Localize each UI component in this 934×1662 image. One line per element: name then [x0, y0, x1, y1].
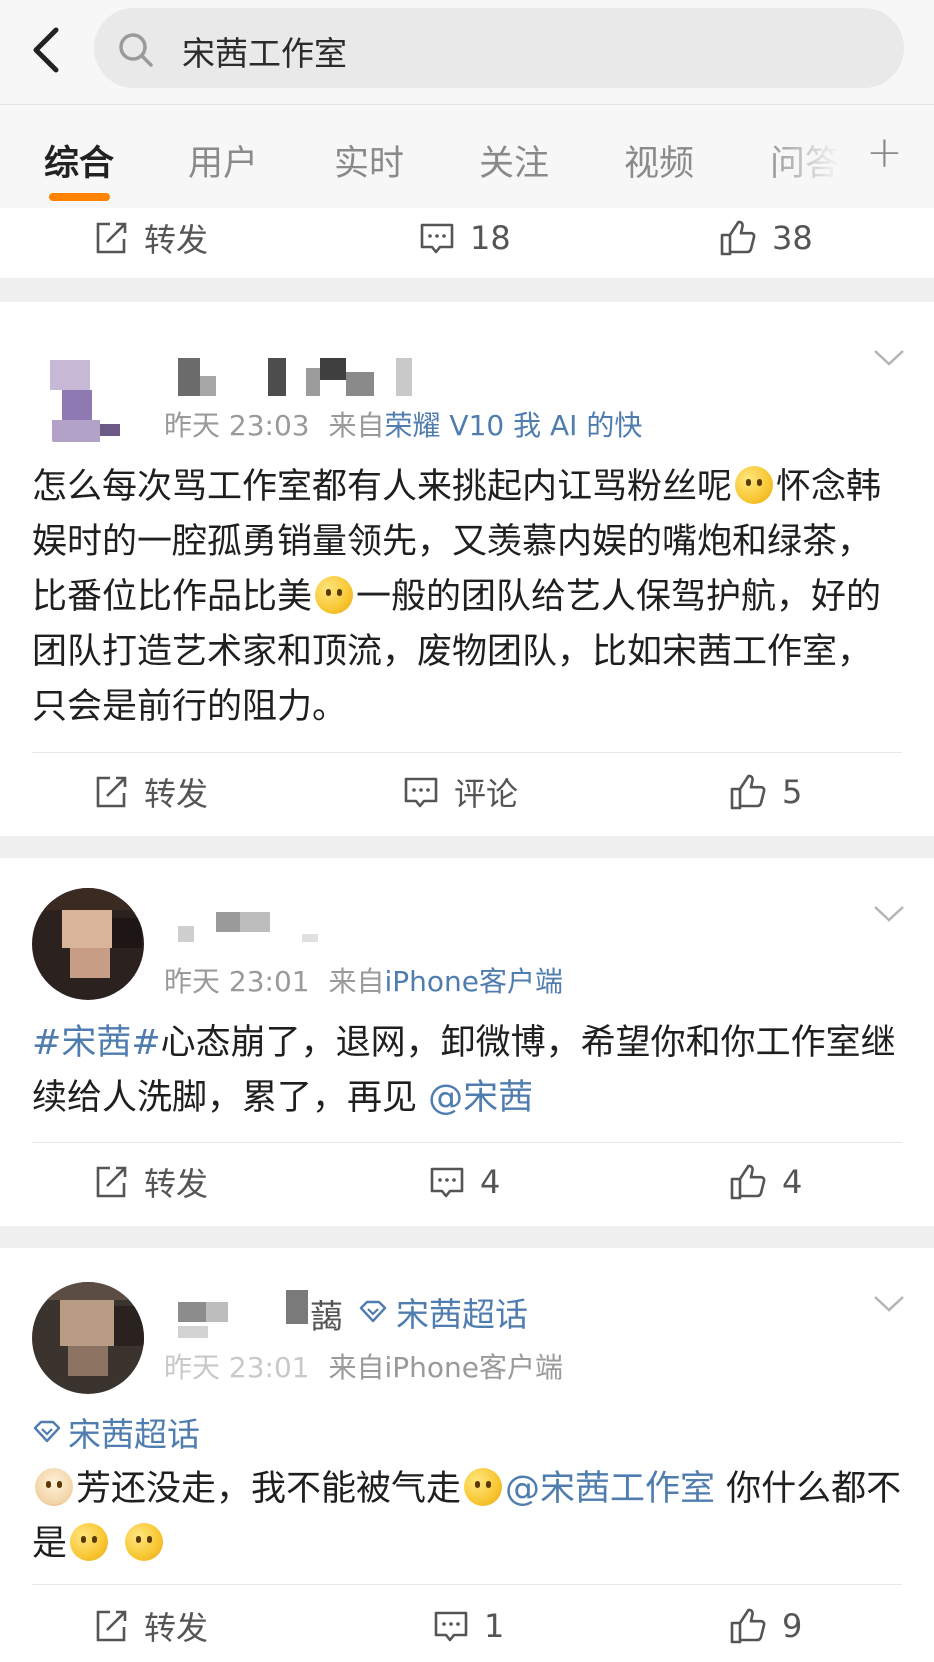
- hashtag-link[interactable]: #宋茜#: [32, 1023, 161, 1063]
- comment-button[interactable]: 1: [432, 1590, 504, 1662]
- post-meta: 昨天 23:01 来自iPhone客户端: [164, 960, 563, 1000]
- supertopic-tag-label: 宋茜超话: [68, 1415, 200, 1454]
- source-prefix: 来自: [328, 965, 385, 998]
- chevron-down-icon[interactable]: [872, 904, 906, 924]
- divider: [32, 1584, 902, 1585]
- source-prefix: 来自: [328, 409, 385, 442]
- comment-count: 1: [484, 1607, 505, 1645]
- mention-link[interactable]: @宋茜: [428, 1078, 533, 1118]
- repost-icon: [96, 222, 127, 254]
- avatar[interactable]: [32, 888, 144, 1000]
- shush-emoji-icon: [464, 1468, 503, 1506]
- search-icon: [119, 33, 153, 67]
- like-count: 4: [782, 1163, 803, 1201]
- chevron-down-icon[interactable]: [872, 348, 906, 368]
- divider: [32, 752, 902, 753]
- like-button[interactable]: 9: [728, 1590, 802, 1662]
- tab-fade: [760, 105, 860, 208]
- like-icon: [730, 774, 766, 810]
- like-count: 9: [782, 1607, 803, 1645]
- post-time: 昨天 23:01: [164, 965, 310, 998]
- diamond-icon: [359, 1300, 387, 1323]
- comment-count: 4: [480, 1163, 501, 1201]
- repost-icon: [96, 1610, 127, 1642]
- yawn-emoji-icon: [315, 576, 354, 614]
- comment-icon: [420, 223, 454, 254]
- post-source[interactable]: iPhone客户端: [385, 1351, 564, 1384]
- repost-label: 转发: [144, 1165, 209, 1203]
- comment-icon: [434, 1611, 468, 1642]
- repost-button[interactable]: 转发: [92, 1590, 208, 1662]
- like-button[interactable]: 5: [728, 756, 802, 828]
- like-count: 38: [772, 219, 813, 257]
- tab-video[interactable]: 视频: [624, 135, 694, 186]
- comment-count: 18: [470, 219, 511, 257]
- username-pixelated[interactable]: [178, 358, 418, 398]
- action-bar: 转发 评论 5: [0, 756, 934, 828]
- top-bar: 宋茜工作室: [0, 0, 934, 105]
- post-text: 芳还没走，我不能被气走 @宋茜工作室 你什么都不是: [32, 1468, 902, 1564]
- like-button[interactable]: 4: [728, 1146, 802, 1218]
- avatar[interactable]: [32, 1282, 144, 1394]
- dog-emoji-icon: [35, 1468, 73, 1506]
- source-prefix: 来自: [328, 1351, 385, 1384]
- search-query[interactable]: 宋茜工作室: [182, 27, 347, 75]
- post-time: 昨天 23:03: [164, 409, 310, 442]
- add-tab-icon[interactable]: +: [866, 127, 903, 178]
- thinking-emoji-icon: [735, 466, 774, 504]
- supertopic-badge[interactable]: 宋茜超话: [358, 1288, 528, 1336]
- post-source[interactable]: 荣耀 V10 我 AI 的快: [385, 409, 643, 442]
- comment-label: 评论: [454, 775, 519, 813]
- like-count: 5: [782, 773, 803, 811]
- angry-emoji-icon: [125, 1523, 164, 1561]
- action-bar: 转发 4 4: [0, 1146, 934, 1218]
- post-meta: 昨天 23:03 来自荣耀 V10 我 AI 的快: [164, 404, 642, 444]
- tab-all[interactable]: 综合: [44, 135, 114, 186]
- like-icon: [730, 1608, 766, 1644]
- unamused-emoji-icon: [70, 1523, 109, 1561]
- tab-following[interactable]: 关注: [479, 135, 549, 186]
- repost-button[interactable]: 转发: [92, 1146, 208, 1218]
- repost-label: 转发: [144, 221, 209, 259]
- card-separator: [0, 836, 934, 858]
- comment-button[interactable]: 评论: [402, 756, 518, 828]
- like-icon: [720, 220, 756, 256]
- diamond-icon: [33, 1420, 61, 1443]
- tab-realtime[interactable]: 实时: [334, 135, 404, 186]
- card-separator: [0, 1226, 934, 1248]
- like-icon: [730, 1164, 766, 1200]
- avatar[interactable]: [32, 342, 144, 454]
- post-time: 昨天 23:01: [164, 1351, 310, 1384]
- mention-link[interactable]: @宋茜工作室: [505, 1469, 715, 1509]
- tab-bar: 综合 用户 实时 关注 视频 问答 +: [0, 105, 934, 208]
- post-meta: 昨天 23:01 来自iPhone客户端: [164, 1346, 563, 1386]
- supertopic-tag[interactable]: 宋茜超话: [32, 1408, 200, 1456]
- repost-icon: [96, 1166, 127, 1198]
- divider: [32, 1142, 902, 1143]
- repost-label: 转发: [144, 775, 209, 813]
- comment-button[interactable]: 18: [418, 202, 511, 274]
- search-input[interactable]: 宋茜工作室: [94, 8, 904, 88]
- repost-icon: [96, 776, 127, 808]
- post-text: #宋茜#心态崩了，退网，卸微博，希望你和你工作室继续给人洗脚，累了，再见 @宋茜: [32, 1023, 896, 1118]
- chevron-down-icon[interactable]: [872, 1294, 906, 1314]
- supertopic-name: 宋茜超话: [396, 1295, 528, 1334]
- card-separator: [0, 278, 934, 302]
- comment-icon: [404, 777, 438, 808]
- back-arrow-icon[interactable]: [28, 24, 68, 76]
- comment-button[interactable]: 4: [428, 1146, 500, 1218]
- repost-label: 转发: [144, 1609, 209, 1647]
- repost-button[interactable]: 转发: [92, 202, 208, 274]
- action-bar: 转发 18 38: [0, 202, 934, 274]
- repost-button[interactable]: 转发: [92, 756, 208, 828]
- action-bar: 转发 1 9: [0, 1590, 934, 1662]
- like-button[interactable]: 38: [718, 202, 813, 274]
- post-source[interactable]: iPhone客户端: [385, 965, 564, 998]
- tab-users[interactable]: 用户: [188, 135, 258, 186]
- post-text: 怎么每次骂工作室都有人来挑起内讧骂粉丝呢 怀念韩娱时的一腔孤勇销量领先，又羡慕内娱…: [32, 466, 882, 727]
- active-tab-indicator: [49, 193, 110, 201]
- comment-icon: [430, 1167, 464, 1198]
- username-fragment: 藹: [310, 1297, 343, 1336]
- username-pixelated[interactable]: [178, 912, 328, 952]
